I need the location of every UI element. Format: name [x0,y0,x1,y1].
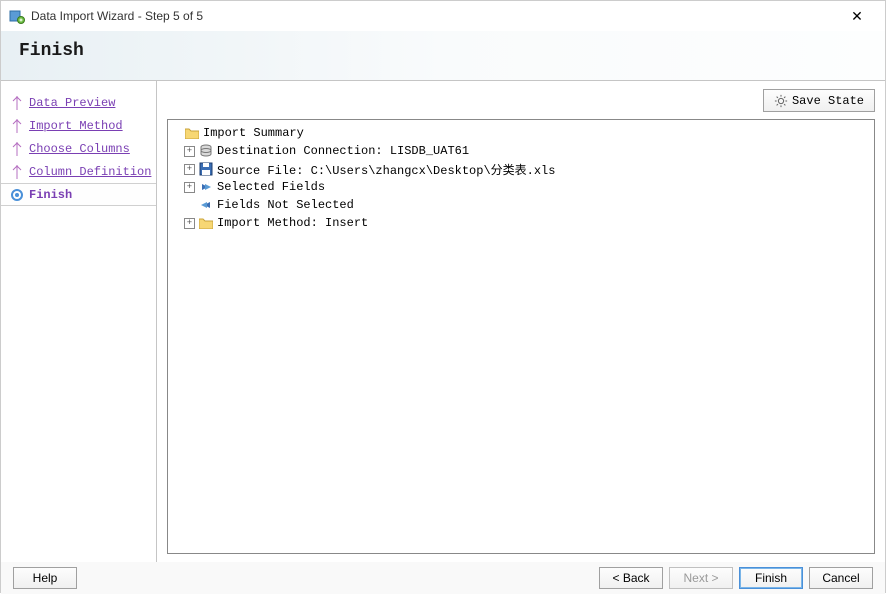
finish-button[interactable]: Finish [739,567,803,589]
sidebar-step-column-definition[interactable]: Column Definition [1,160,156,183]
tree-item-label: Source File: C:\Users\zhangcx\Desktop\分类… [217,161,555,178]
step-icon [9,95,25,111]
disk-icon [198,161,214,177]
tree-item-label: Fields Not Selected [217,198,354,212]
toolbar: Save State [167,89,875,119]
expand-toggle[interactable]: + [184,164,195,175]
wizard-footer: Help < Back Next > Finish Cancel [1,562,885,594]
next-button: Next > [669,567,733,589]
tree-item-label: Destination Connection: LISDB_UAT61 [217,144,469,158]
cancel-button[interactable]: Cancel [809,567,873,589]
sidebar-step-choose-columns[interactable]: Choose Columns [1,137,156,160]
expand-toggle[interactable]: + [184,182,195,193]
step-link[interactable]: Import Method [29,119,123,133]
step-link[interactable]: Data Preview [29,96,115,110]
sidebar-step-finish: Finish [1,183,156,206]
close-button[interactable]: ✕ [837,1,877,31]
step-icon [9,164,25,180]
folder-icon [184,125,200,141]
page-title: Finish [19,41,867,61]
back-button[interactable]: < Back [599,567,663,589]
step-icon [9,118,25,134]
current-step-icon [9,187,25,203]
sidebar-step-data-preview[interactable]: Data Preview [1,91,156,114]
sidebar-step-import-method[interactable]: Import Method [1,114,156,137]
gear-icon [774,94,788,108]
tree-item-destination[interactable]: + Destination Connection: LISDB_UAT61 [170,142,872,160]
tree-root[interactable]: Import Summary [170,124,872,142]
tree-item-label: Import Method: Insert [217,216,368,230]
summary-tree[interactable]: Import Summary + Destination Connection:… [167,119,875,554]
expand-toggle[interactable]: + [184,218,195,229]
window-title: Data Import Wizard - Step 5 of 5 [31,9,837,23]
tree-item-selected-fields[interactable]: + Selected Fields [170,178,872,196]
folder-icon [198,215,214,231]
step-label: Finish [29,188,72,202]
database-icon [198,143,214,159]
step-link[interactable]: Column Definition [29,165,151,179]
save-state-label: Save State [792,94,864,108]
step-icon [9,141,25,157]
arrow-left-icon [198,197,214,213]
tree-item-import-method[interactable]: + Import Method: Insert [170,214,872,232]
tree-item-fields-not-selected[interactable]: Fields Not Selected [170,196,872,214]
app-icon [9,8,25,24]
wizard-steps-sidebar: Data Preview Import Method Choose Column… [1,81,157,562]
tree-item-source-file[interactable]: + Source File: C:\Users\zhangcx\Desktop\… [170,160,872,178]
help-button[interactable]: Help [13,567,77,589]
step-link[interactable]: Choose Columns [29,142,130,156]
expand-toggle[interactable]: + [184,146,195,157]
main-panel: Save State Import Summary + Destination … [157,81,885,562]
save-state-button[interactable]: Save State [763,89,875,112]
wizard-header: Finish [1,31,885,81]
tree-root-label: Import Summary [203,126,304,140]
titlebar: Data Import Wizard - Step 5 of 5 ✕ [1,1,885,31]
tree-item-label: Selected Fields [217,180,325,194]
arrow-right-icon [198,179,214,195]
